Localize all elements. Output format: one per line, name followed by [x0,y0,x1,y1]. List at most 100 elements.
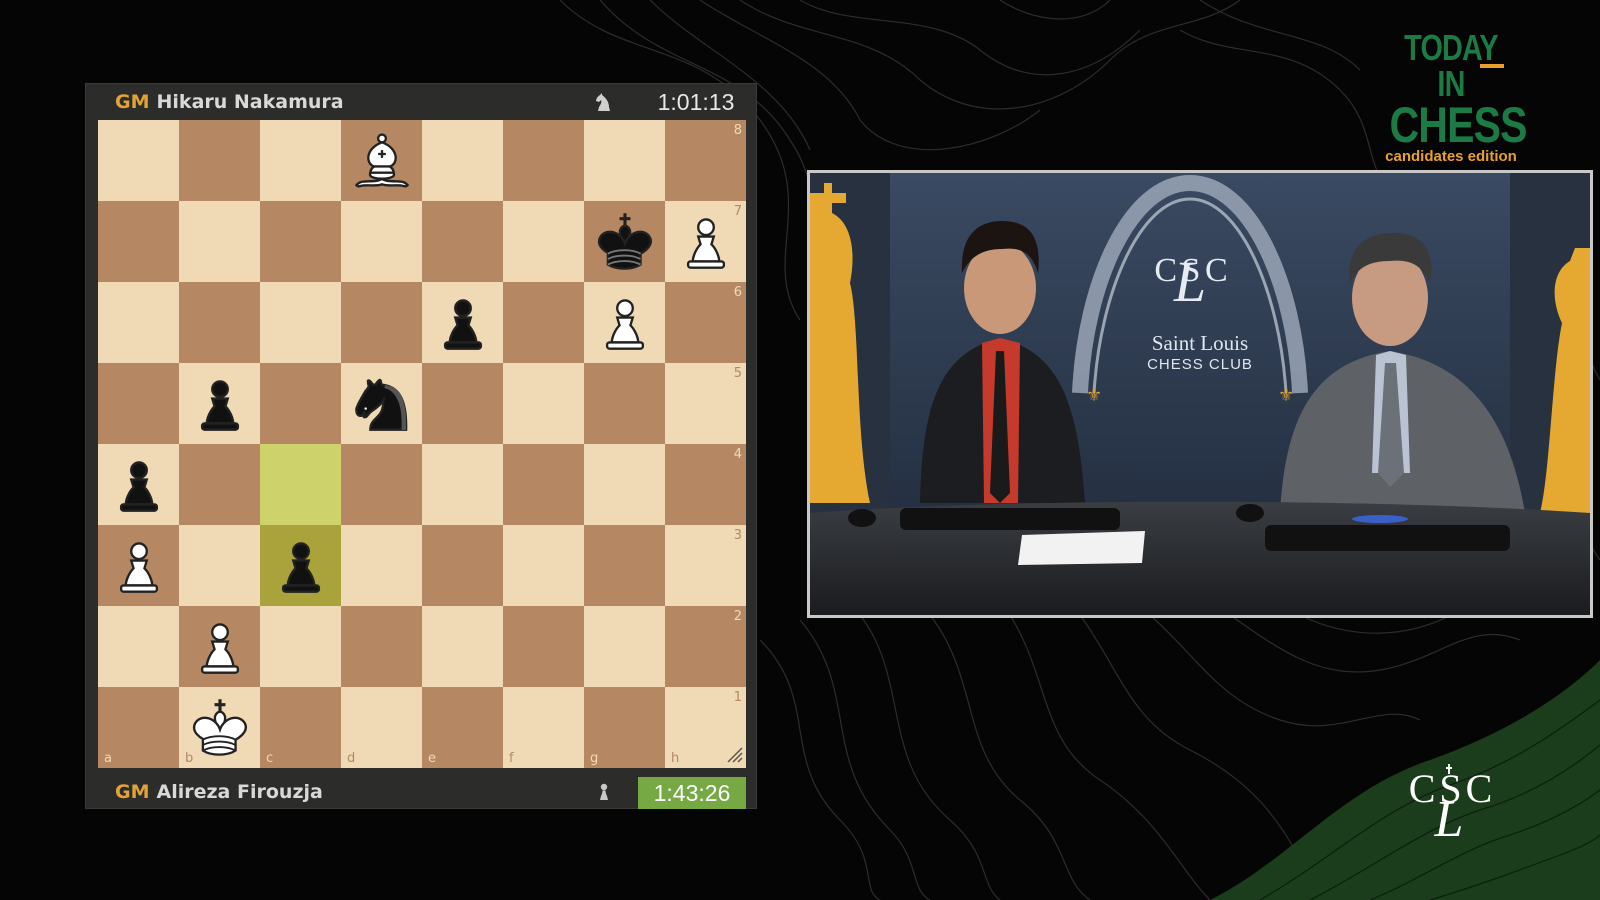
rank-label: 6 [733,285,742,300]
today-in-chess-brand: TODAY IN CHESS candidates edition [1376,30,1528,166]
svg-text:L: L [1173,249,1206,314]
rank-label: 3 [733,528,742,543]
resize-handle-icon[interactable] [724,744,744,764]
square-c5[interactable] [260,363,341,444]
square-h3[interactable]: 3 [665,525,746,606]
square-d7[interactable] [341,201,422,282]
top-player-bar: GM Hikaru Nakamura 1:01:13 [86,84,756,120]
black-knight-icon[interactable] [341,363,422,444]
square-d5[interactable] [341,363,422,444]
player-title: GM [115,91,150,113]
square-c2[interactable] [260,606,341,687]
pawn-icon [600,783,608,800]
top-player-clock: 1:01:13 [657,88,735,115]
square-a1[interactable]: a [98,687,179,768]
square-h8[interactable]: 8 [665,120,746,201]
square-e4[interactable] [422,444,503,525]
square-d1[interactable]: d [341,687,422,768]
square-c6[interactable] [260,282,341,363]
square-f3[interactable] [503,525,584,606]
square-b4[interactable] [179,444,260,525]
white-king-icon[interactable] [179,687,260,768]
square-d2[interactable] [341,606,422,687]
svg-text:L: L [1434,791,1464,844]
square-b8[interactable] [179,120,260,201]
black-pawn-icon[interactable] [260,525,341,606]
square-e7[interactable] [422,201,503,282]
square-f5[interactable] [503,363,584,444]
white-bishop-icon[interactable] [341,120,422,201]
square-d6[interactable] [341,282,422,363]
square-h2[interactable]: 2 [665,606,746,687]
brand-line-2: CHESS [1389,97,1528,153]
chess-board[interactable]: 8 7 6 5 4 3 2 a bc d e f g 1 h [98,120,746,768]
black-king-icon[interactable] [584,201,665,282]
file-label: c [266,751,274,766]
rank-label: 1 [733,690,742,705]
square-e1[interactable]: e [422,687,503,768]
square-h4[interactable]: 4 [665,444,746,525]
square-a7[interactable] [98,201,179,282]
square-d4[interactable] [341,444,422,525]
white-pawn-icon[interactable] [584,282,665,363]
rank-label: 5 [733,366,742,381]
square-e2[interactable] [422,606,503,687]
square-b6[interactable] [179,282,260,363]
square-g6[interactable] [584,282,665,363]
white-pawn-icon[interactable] [665,201,746,282]
square-e3[interactable] [422,525,503,606]
square-g5[interactable] [584,363,665,444]
square-b7[interactable] [179,201,260,282]
square-h7[interactable]: 7 [665,201,746,282]
square-f6[interactable] [503,282,584,363]
square-c4[interactable] [260,444,341,525]
square-d8[interactable] [341,120,422,201]
file-label: e [428,751,436,766]
black-pawn-icon[interactable] [98,444,179,525]
square-f1[interactable]: f [503,687,584,768]
square-a8[interactable] [98,120,179,201]
square-b5[interactable] [179,363,260,444]
square-f2[interactable] [503,606,584,687]
square-g7[interactable] [584,201,665,282]
square-f4[interactable] [503,444,584,525]
studio-scene: ⚜ ⚜ C S C L [810,173,1590,615]
svg-text:⚜: ⚜ [1278,385,1294,406]
player-name: Hikaru Nakamura [156,91,344,113]
square-b1[interactable]: b [179,687,260,768]
square-d3[interactable] [341,525,422,606]
square-b3[interactable] [179,525,260,606]
square-a2[interactable] [98,606,179,687]
square-a5[interactable] [98,363,179,444]
square-h6[interactable]: 6 [665,282,746,363]
svg-text:⚜: ⚜ [1086,385,1102,406]
square-e6[interactable] [422,282,503,363]
square-c1[interactable]: c [260,687,341,768]
square-f8[interactable] [503,120,584,201]
square-g2[interactable] [584,606,665,687]
black-pawn-icon[interactable] [422,282,503,363]
file-label: d [347,751,356,766]
black-pawn-icon[interactable] [179,363,260,444]
square-g1[interactable]: g [584,687,665,768]
bottom-player-clock: 1:43:26 [638,777,746,809]
file-label: g [590,751,599,766]
square-e8[interactable] [422,120,503,201]
square-g8[interactable] [584,120,665,201]
square-a6[interactable] [98,282,179,363]
square-c7[interactable] [260,201,341,282]
square-g3[interactable] [584,525,665,606]
square-b2[interactable] [179,606,260,687]
white-pawn-icon[interactable] [179,606,260,687]
square-c8[interactable] [260,120,341,201]
chess-board-panel: GM Hikaru Nakamura 1:01:13 8 7 6 5 4 3 2 a bc d e f… [86,84,756,809]
square-a4[interactable] [98,444,179,525]
square-h5[interactable]: 5 [665,363,746,444]
rank-label: 2 [733,609,742,624]
square-g4[interactable] [584,444,665,525]
square-c3[interactable] [260,525,341,606]
square-f7[interactable] [503,201,584,282]
white-pawn-icon[interactable] [98,525,179,606]
square-a3[interactable] [98,525,179,606]
square-e5[interactable] [422,363,503,444]
